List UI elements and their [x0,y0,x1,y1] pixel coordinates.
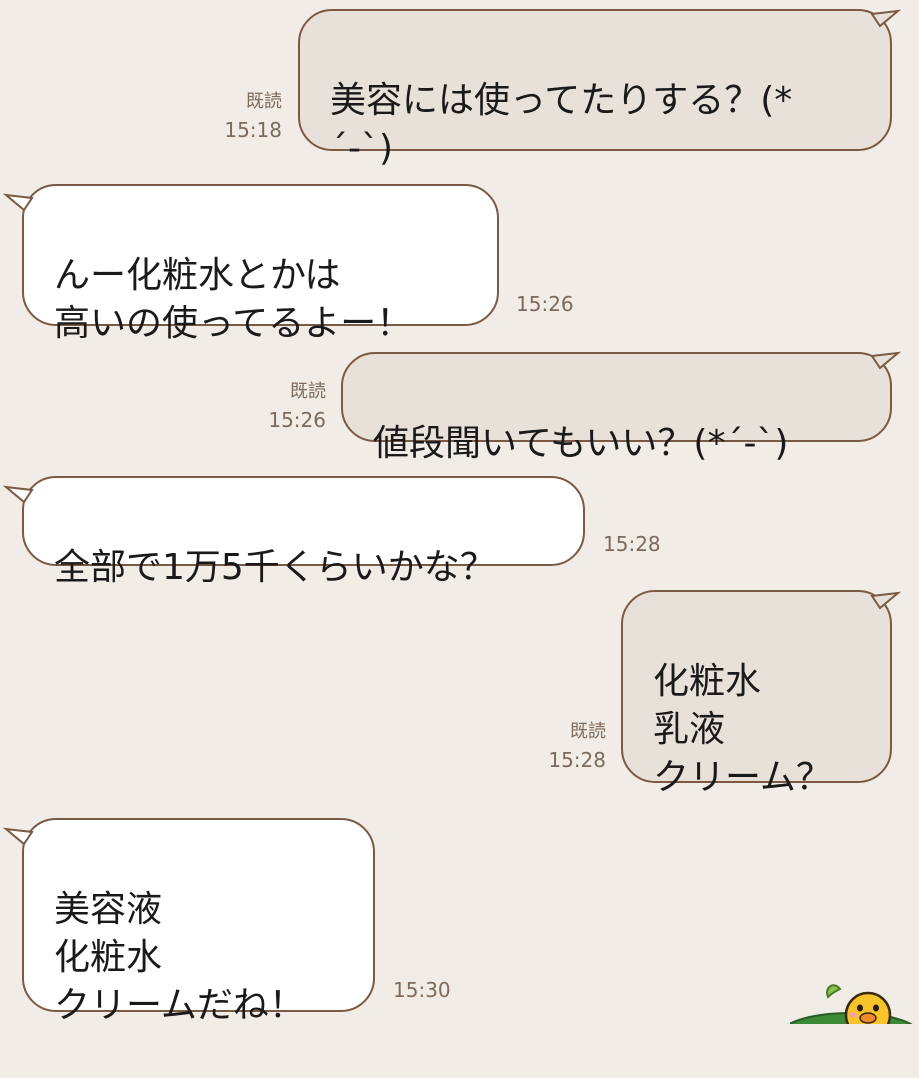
message-text: 美容液 化粧水 クリームだね！ [54,889,305,1026]
bubble-tail [870,591,902,610]
read-receipt: 既読 [246,91,282,112]
message-bubble-incoming[interactable]: んー化粧水とかは 高いの使ってるよー！ [22,184,499,344]
message-timestamp: 15:26 [268,408,326,432]
bubble-tail [2,193,34,212]
message-text: 全部で1万5千くらいかな？ [54,547,496,588]
bubble-tail [870,351,902,370]
message-bubble-outgoing[interactable]: 化粧水 乳液 クリーム？ [621,590,892,798]
message-text: んー化粧水とかは 高いの使ってるよー！ [54,255,413,344]
message-text: 美容には使ってたりする？(* ´-`) [330,80,793,169]
message-timestamp: 15:18 [224,118,282,142]
message-meta: 既読 15:18 [210,88,282,144]
message-text: 化粧水 乳液 クリーム？ [653,661,832,798]
message-meta: 15:30 [393,976,473,1004]
message-meta: 15:26 [516,290,596,318]
bubble-tail [2,485,34,504]
read-receipt: 既読 [570,721,606,742]
message-timestamp: 15:28 [603,532,661,556]
chick-sticker-icon [790,975,919,1024]
message-meta: 既読 15:28 [530,718,606,774]
message-timestamp: 15:26 [516,292,574,316]
message-timestamp: 15:30 [393,978,451,1002]
message-timestamp: 15:28 [548,748,606,772]
message-bubble-incoming[interactable]: 全部で1万5千くらいかな？ [22,476,585,588]
message-meta: 既読 15:26 [252,378,326,434]
bubble-tail [2,827,34,846]
read-receipt: 既読 [290,381,326,402]
message-bubble-incoming[interactable]: 美容液 化粧水 クリームだね！ [22,818,375,1026]
message-text: 値段聞いてもいい？(*´-`) [373,423,789,464]
message-bubble-outgoing[interactable]: 値段聞いてもいい？(*´-`) [341,352,892,464]
bubble-tail [870,9,902,28]
message-meta: 15:28 [603,530,683,558]
message-bubble-outgoing[interactable]: 美容には使ってたりする？(* ´-`) [298,9,892,169]
